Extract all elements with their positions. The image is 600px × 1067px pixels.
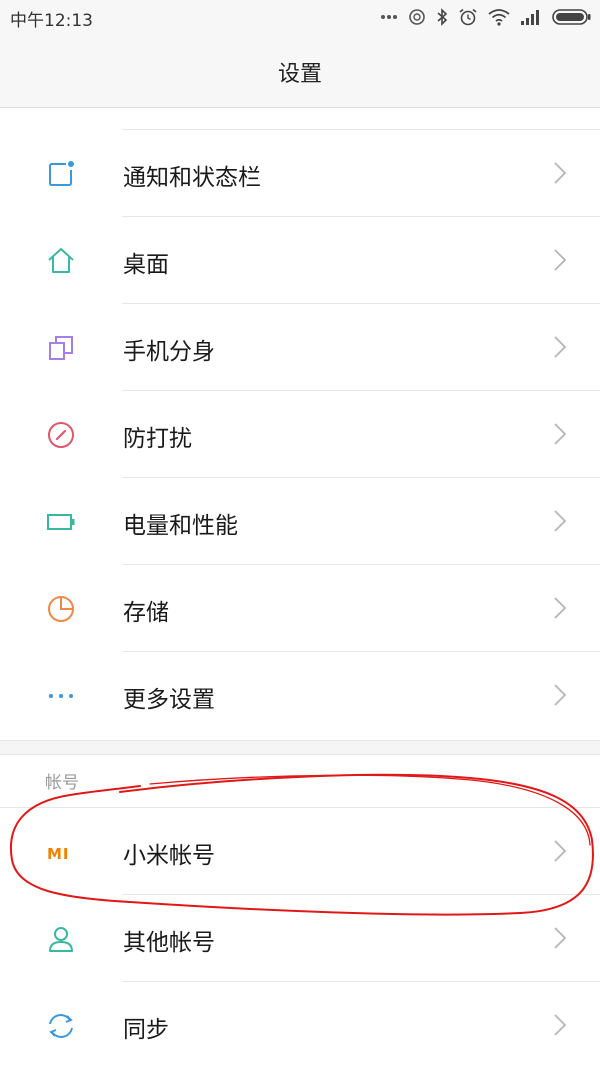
- user-icon: [46, 924, 76, 954]
- alarm-icon: [458, 8, 478, 26]
- status-time: 中午12:13: [10, 11, 93, 31]
- chevron-right-icon: [552, 1012, 568, 1038]
- settings-item-other-accounts[interactable]: 其他帐号: [0, 895, 600, 982]
- settings-item-label: 同步: [123, 1017, 169, 1043]
- battery-icon: [552, 8, 592, 26]
- do-not-disturb-icon: [46, 420, 76, 450]
- page-title: 设置: [277, 62, 322, 87]
- chevron-right-icon: [552, 925, 568, 951]
- bluetooth-icon: [436, 8, 448, 26]
- settings-item-dual-apps[interactable]: 手机分身: [0, 304, 600, 391]
- section-header-accounts: 帐号: [45, 773, 79, 793]
- chevron-right-icon: [552, 247, 568, 273]
- home-icon: [46, 246, 76, 276]
- settings-item-label: 桌面: [123, 252, 169, 278]
- settings-item-sync[interactable]: 同步: [0, 982, 600, 1067]
- settings-item-label: 电量和性能: [123, 513, 238, 539]
- settings-item-label: 通知和状态栏: [123, 165, 261, 191]
- more-settings-icon: [46, 681, 76, 711]
- sync-cloud-icon: [408, 8, 426, 26]
- settings-item-battery-performance[interactable]: 电量和性能: [0, 478, 600, 565]
- chevron-right-icon: [552, 682, 568, 708]
- chevron-right-icon: [552, 595, 568, 621]
- settings-item-label: 手机分身: [123, 339, 215, 365]
- settings-item-label: 防打扰: [123, 426, 192, 452]
- notification-icon: [46, 159, 76, 189]
- section-separator: [0, 740, 600, 755]
- settings-item-do-not-disturb[interactable]: 防打扰: [0, 391, 600, 478]
- settings-item-label: 小米帐号: [123, 843, 215, 869]
- wifi-icon: [488, 8, 510, 26]
- chevron-right-icon: [552, 421, 568, 447]
- sync-icon: [46, 1011, 76, 1041]
- settings-item-label: 存储: [123, 600, 169, 626]
- more-dots-icon: [380, 14, 398, 20]
- status-icons: [380, 6, 592, 28]
- title-bar: 设置: [0, 36, 600, 108]
- chevron-right-icon: [552, 334, 568, 360]
- chevron-right-icon: [552, 508, 568, 534]
- settings-item-mi-account[interactable]: MI 小米帐号: [0, 808, 600, 895]
- chevron-right-icon: [552, 838, 568, 864]
- status-bar: 中午12:13: [0, 0, 600, 36]
- signal-icon: [520, 8, 542, 26]
- storage-icon: [46, 594, 76, 624]
- settings-item-desktop[interactable]: 桌面: [0, 217, 600, 304]
- settings-item-label: 更多设置: [123, 687, 215, 713]
- battery-performance-icon: [46, 507, 76, 537]
- settings-item-storage[interactable]: 存储: [0, 565, 600, 652]
- dual-app-icon: [46, 333, 76, 363]
- settings-item-more-settings[interactable]: 更多设置: [0, 652, 600, 739]
- mi-account-icon: MI: [47, 845, 70, 863]
- chevron-right-icon: [552, 160, 568, 186]
- settings-item-notifications[interactable]: 通知和状态栏: [0, 130, 600, 217]
- settings-item-label: 其他帐号: [123, 930, 215, 956]
